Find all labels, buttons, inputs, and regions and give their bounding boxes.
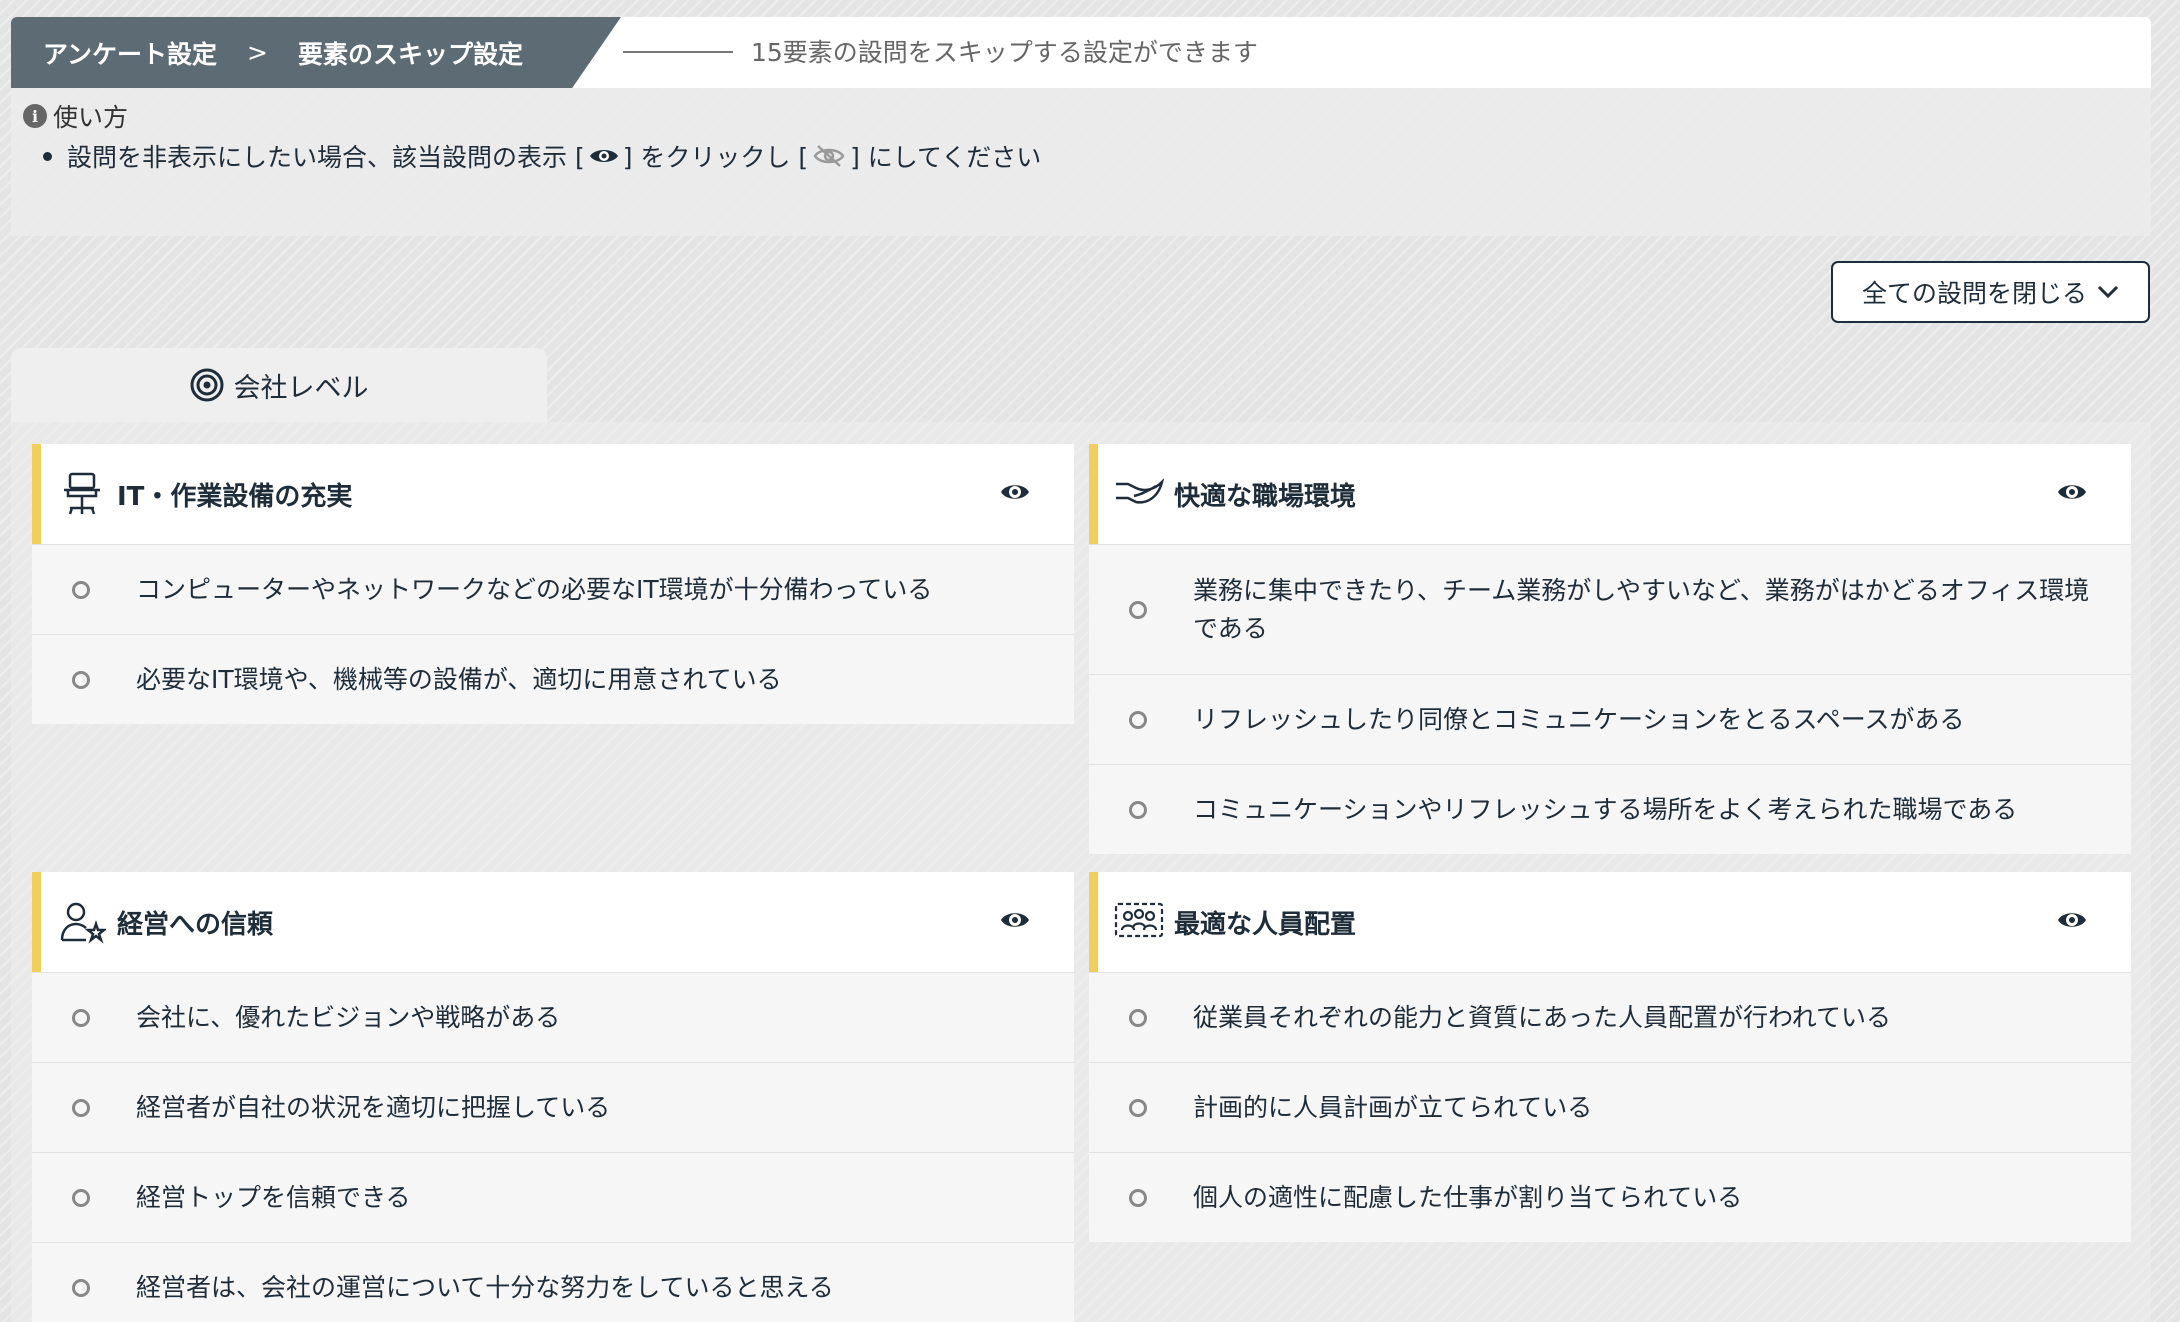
eye-icon[interactable] bbox=[1000, 480, 1030, 508]
tab-label: 会社レベル bbox=[233, 372, 369, 404]
question-item: 従業員それぞれの能力と資質にあった人員配置が行われている bbox=[1089, 972, 2131, 1062]
chevron-down-icon bbox=[2097, 285, 2119, 299]
question-item: コンピューターやネットワークなどの必要なIT環境が十分備わっている bbox=[32, 544, 1074, 634]
category-card: IT・作業設備の充実 コンピューターやネットワークなどの必要なIT環境が十分備わ… bbox=[32, 444, 1074, 724]
question-item: 業務に集中できたり、チーム業務がしやすいなど、業務がはかどるオフィス環境である bbox=[1089, 544, 2131, 674]
question-item: 会社に、優れたビジョンや戦略がある bbox=[32, 972, 1074, 1062]
header-divider bbox=[623, 51, 733, 53]
question-bullet bbox=[1129, 1008, 1147, 1027]
howto-text-after: ] にしてください bbox=[850, 143, 1042, 172]
breadcrumb-current: 要素のスキップ設定 bbox=[297, 39, 523, 69]
person-star-icon bbox=[57, 897, 107, 947]
category-card: 最適な人員配置 従業員それぞれの能力と資質にあった人員配置が行われている 計画的… bbox=[1089, 872, 2131, 1242]
breadcrumb: アンケート設定 > 要素のスキップ設定 bbox=[11, 17, 621, 88]
question-item: 経営トップを信頼できる bbox=[32, 1152, 1074, 1242]
category-header[interactable]: 最適な人員配置 bbox=[1089, 872, 2131, 972]
question-text: 経営トップを信頼できる bbox=[136, 1182, 411, 1212]
page-description: 15要素の設問をスキップする設定ができます bbox=[751, 38, 1258, 67]
question-text: 経営者は、会社の運営について十分な努力をしていると思える bbox=[136, 1272, 834, 1302]
question-item: 経営者は、会社の運営について十分な努力をしていると思える bbox=[32, 1242, 1074, 1322]
category-title: IT・作業設備の充実 bbox=[117, 481, 353, 512]
category-card: 経営への信頼 会社に、優れたビジョンや戦略がある 経営者が自社の状況を適切に把握… bbox=[32, 872, 1074, 1322]
question-bullet bbox=[72, 670, 90, 689]
howto-text-middle: ] をクリックし [ bbox=[622, 143, 809, 172]
question-text: 従業員それぞれの能力と資質にあった人員配置が行われている bbox=[1193, 1002, 1892, 1032]
question-item: 必要なIT環境や、機械等の設備が、適切に用意されている bbox=[32, 634, 1074, 724]
howto-instruction: 設問を非表示にしたい場合、該当設問の表示 [ ] をクリックし [ ] にしてく… bbox=[42, 138, 1042, 174]
target-icon bbox=[190, 368, 223, 402]
eye-icon bbox=[589, 146, 619, 166]
office-chair-icon bbox=[57, 469, 107, 519]
question-bullet bbox=[72, 1188, 90, 1207]
question-bullet bbox=[72, 1098, 90, 1117]
question-item: 計画的に人員計画が立てられている bbox=[1089, 1062, 2131, 1152]
info-icon: i bbox=[23, 104, 47, 128]
question-text: コンピューターやネットワークなどの必要なIT環境が十分備わっている bbox=[136, 574, 933, 604]
breadcrumb-root[interactable]: アンケート設定 bbox=[43, 35, 217, 71]
question-item: リフレッシュしたり同僚とコミュニケーションをとるスペースがある bbox=[1089, 674, 2131, 764]
page-header: アンケート設定 > 要素のスキップ設定 15要素の設問をスキップする設定ができま… bbox=[11, 17, 2151, 88]
question-text: 経営者が自社の状況を適切に把握している bbox=[136, 1092, 611, 1122]
question-text: 業務に集中できたり、チーム業務がしやすいなど、業務がはかどるオフィス環境である bbox=[1193, 575, 2090, 643]
breadcrumb-separator: > bbox=[247, 38, 268, 67]
eye-icon[interactable] bbox=[1000, 908, 1030, 936]
category-header[interactable]: 快適な職場環境 bbox=[1089, 444, 2131, 544]
question-bullet bbox=[72, 580, 90, 599]
question-text: 個人の適性に配慮した仕事が割り当てられている bbox=[1193, 1182, 1743, 1212]
category-header[interactable]: IT・作業設備の充実 bbox=[32, 444, 1074, 544]
howto-box: i 使い方 設問を非表示にしたい場合、該当設問の表示 [ ] をクリックし [ … bbox=[11, 88, 2151, 236]
collapse-all-button[interactable]: 全ての設問を閉じる bbox=[1831, 261, 2150, 323]
question-bullet bbox=[1129, 800, 1147, 819]
question-item: 個人の適性に配慮した仕事が割り当てられている bbox=[1089, 1152, 2131, 1242]
question-bullet bbox=[1129, 600, 1147, 619]
leaf-hand-icon bbox=[1114, 469, 1164, 519]
eye-icon[interactable] bbox=[2057, 908, 2087, 936]
category-header[interactable]: 経営への信頼 bbox=[32, 872, 1074, 972]
category-title: 最適な人員配置 bbox=[1174, 909, 1357, 940]
eye-icon[interactable] bbox=[2057, 480, 2087, 508]
question-text: 必要なIT環境や、機械等の設備が、適切に用意されている bbox=[136, 664, 782, 694]
category-title: 経営への信頼 bbox=[117, 909, 274, 940]
question-bullet bbox=[1129, 1188, 1147, 1207]
question-bullet bbox=[1129, 1098, 1147, 1117]
question-text: 計画的に人員計画が立てられている bbox=[1193, 1092, 1593, 1122]
question-item: 経営者が自社の状況を適切に把握している bbox=[32, 1062, 1074, 1152]
question-bullet bbox=[72, 1008, 90, 1027]
category-card: 快適な職場環境 業務に集中できたり、チーム業務がしやすいなど、業務がはかどるオフ… bbox=[1089, 444, 2131, 854]
question-item: コミュニケーションやリフレッシュする場所をよく考えられた職場である bbox=[1089, 764, 2131, 854]
question-bullet bbox=[72, 1278, 90, 1297]
question-text: リフレッシュしたり同僚とコミュニケーションをとるスペースがある bbox=[1193, 704, 1965, 734]
howto-title: 使い方 bbox=[53, 103, 129, 132]
question-bullet bbox=[1129, 710, 1147, 729]
collapse-all-label: 全ての設問を閉じる bbox=[1861, 279, 2087, 308]
team-placement-icon bbox=[1114, 897, 1164, 947]
eye-slash-icon bbox=[812, 144, 846, 168]
question-text: 会社に、優れたビジョンや戦略がある bbox=[136, 1002, 561, 1032]
category-title: 快適な職場環境 bbox=[1174, 481, 1357, 512]
howto-text-before: 設問を非表示にしたい場合、該当設問の表示 [ bbox=[67, 143, 585, 172]
howto-heading: i 使い方 bbox=[23, 98, 128, 134]
tab-company-level[interactable]: 会社レベル bbox=[11, 348, 547, 422]
question-text: コミュニケーションやリフレッシュする場所をよく考えられた職場である bbox=[1193, 794, 2018, 824]
